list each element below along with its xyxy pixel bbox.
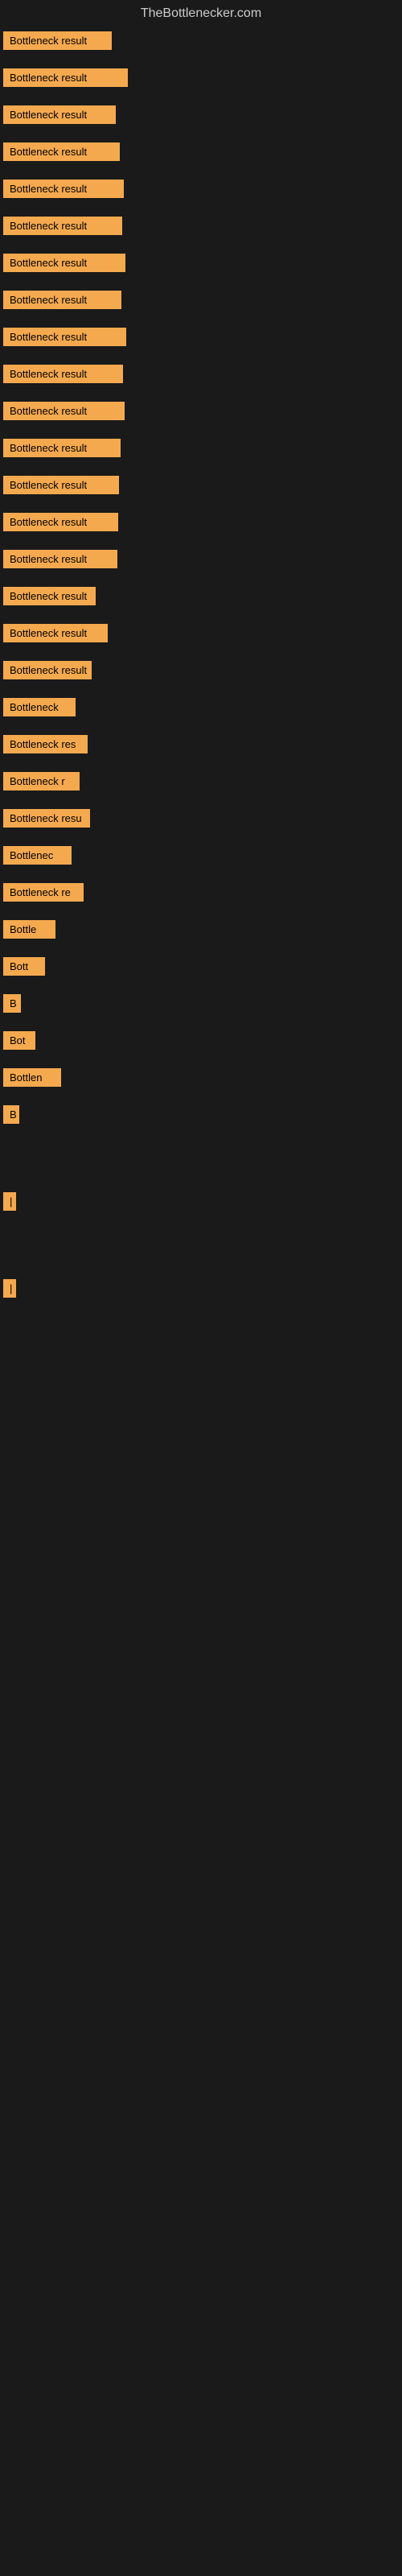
bottleneck-result-bar: Bottleneck result — [3, 254, 125, 272]
bar-row: Bottleneck result — [0, 328, 402, 350]
bar-row: Bottleneck result — [0, 105, 402, 128]
bottleneck-result-bar: Bottleneck — [3, 698, 76, 716]
bottleneck-result-bar: Bottleneck result — [3, 513, 118, 531]
bottleneck-result-bar: Bottlenec — [3, 846, 72, 865]
bar-row: Bottleneck re — [0, 883, 402, 906]
bottleneck-result-bar: Bottleneck result — [3, 661, 92, 679]
bottleneck-result-bar: Bottleneck res — [3, 735, 88, 753]
bar-row: Bot — [0, 1031, 402, 1054]
bar-row: | — [0, 1192, 402, 1215]
bar-row: Bottle — [0, 920, 402, 943]
bottleneck-result-bar: Bottleneck result — [3, 180, 124, 198]
bar-row: B — [0, 994, 402, 1017]
content-area: Bottleneck result Bottleneck result Bottle… — [0, 27, 402, 1338]
bar-row: Bottlen — [0, 1068, 402, 1091]
bar-row: Bottleneck result — [0, 624, 402, 646]
bottleneck-result-bar: Bottleneck resu — [3, 809, 90, 828]
bar-row: Bottleneck result — [0, 68, 402, 91]
bar-row: Bottleneck result — [0, 587, 402, 609]
site-title-text: TheBottlenecker.com — [141, 6, 261, 20]
bar-row: B — [0, 1105, 402, 1128]
bar-row: Bottleneck result — [0, 291, 402, 313]
bar-row: Bottleneck result — [0, 476, 402, 498]
bottleneck-result-bar: Bott — [3, 957, 45, 976]
bar-row: Bottleneck result — [0, 31, 402, 54]
bottleneck-result-bar: | — [3, 1192, 16, 1211]
bottleneck-result-bar: Bottleneck result — [3, 105, 116, 124]
bottleneck-result-bar: Bottleneck result — [3, 476, 119, 494]
bar-row: Bottleneck result — [0, 180, 402, 202]
bar-row: Bottleneck result — [0, 513, 402, 535]
bottleneck-result-bar: B — [3, 994, 21, 1013]
bottleneck-result-bar: Bottleneck result — [3, 217, 122, 235]
bar-row: Bottleneck result — [0, 365, 402, 387]
bar-row: Bottleneck result — [0, 661, 402, 683]
site-title: TheBottlenecker.com — [0, 0, 402, 27]
bottleneck-result-bar: | — [3, 1279, 16, 1298]
bar-row: Bottleneck result — [0, 217, 402, 239]
bottleneck-result-bar: B — [3, 1105, 19, 1124]
bottleneck-result-bar: Bottleneck result — [3, 291, 121, 309]
bottleneck-result-bar: Bottlen — [3, 1068, 61, 1087]
bottleneck-result-bar: Bottleneck result — [3, 624, 108, 642]
bar-row: Bottleneck r — [0, 772, 402, 795]
bottleneck-result-bar: Bot — [3, 1031, 35, 1050]
bottleneck-result-bar: Bottleneck result — [3, 31, 112, 50]
bottleneck-result-bar: Bottleneck result — [3, 68, 128, 87]
bar-row: Bottleneck — [0, 698, 402, 720]
bottleneck-result-bar: Bottleneck result — [3, 328, 126, 346]
bar-row: Bottleneck res — [0, 735, 402, 758]
bar-row: | — [0, 1279, 402, 1302]
bottleneck-result-bar: Bottleneck r — [3, 772, 80, 791]
bar-row: Bottleneck resu — [0, 809, 402, 832]
bottleneck-result-bar: Bottleneck result — [3, 142, 120, 161]
bar-row: Bottleneck result — [0, 142, 402, 165]
bar-row: Bottleneck result — [0, 439, 402, 461]
bar-row: Bottleneck result — [0, 402, 402, 424]
bottleneck-result-bar: Bottleneck result — [3, 402, 125, 420]
bottleneck-result-bar: Bottle — [3, 920, 55, 939]
bottleneck-result-bar: Bottleneck re — [3, 883, 84, 902]
bottleneck-result-bar: Bottleneck result — [3, 550, 117, 568]
bar-row: Bottleneck result — [0, 254, 402, 276]
bottleneck-result-bar: Bottleneck result — [3, 439, 121, 457]
bar-row: Bottleneck result — [0, 550, 402, 572]
bar-row: Bott — [0, 957, 402, 980]
bottleneck-result-bar: Bottleneck result — [3, 587, 96, 605]
bar-row: Bottlenec — [0, 846, 402, 869]
bottleneck-result-bar: Bottleneck result — [3, 365, 123, 383]
